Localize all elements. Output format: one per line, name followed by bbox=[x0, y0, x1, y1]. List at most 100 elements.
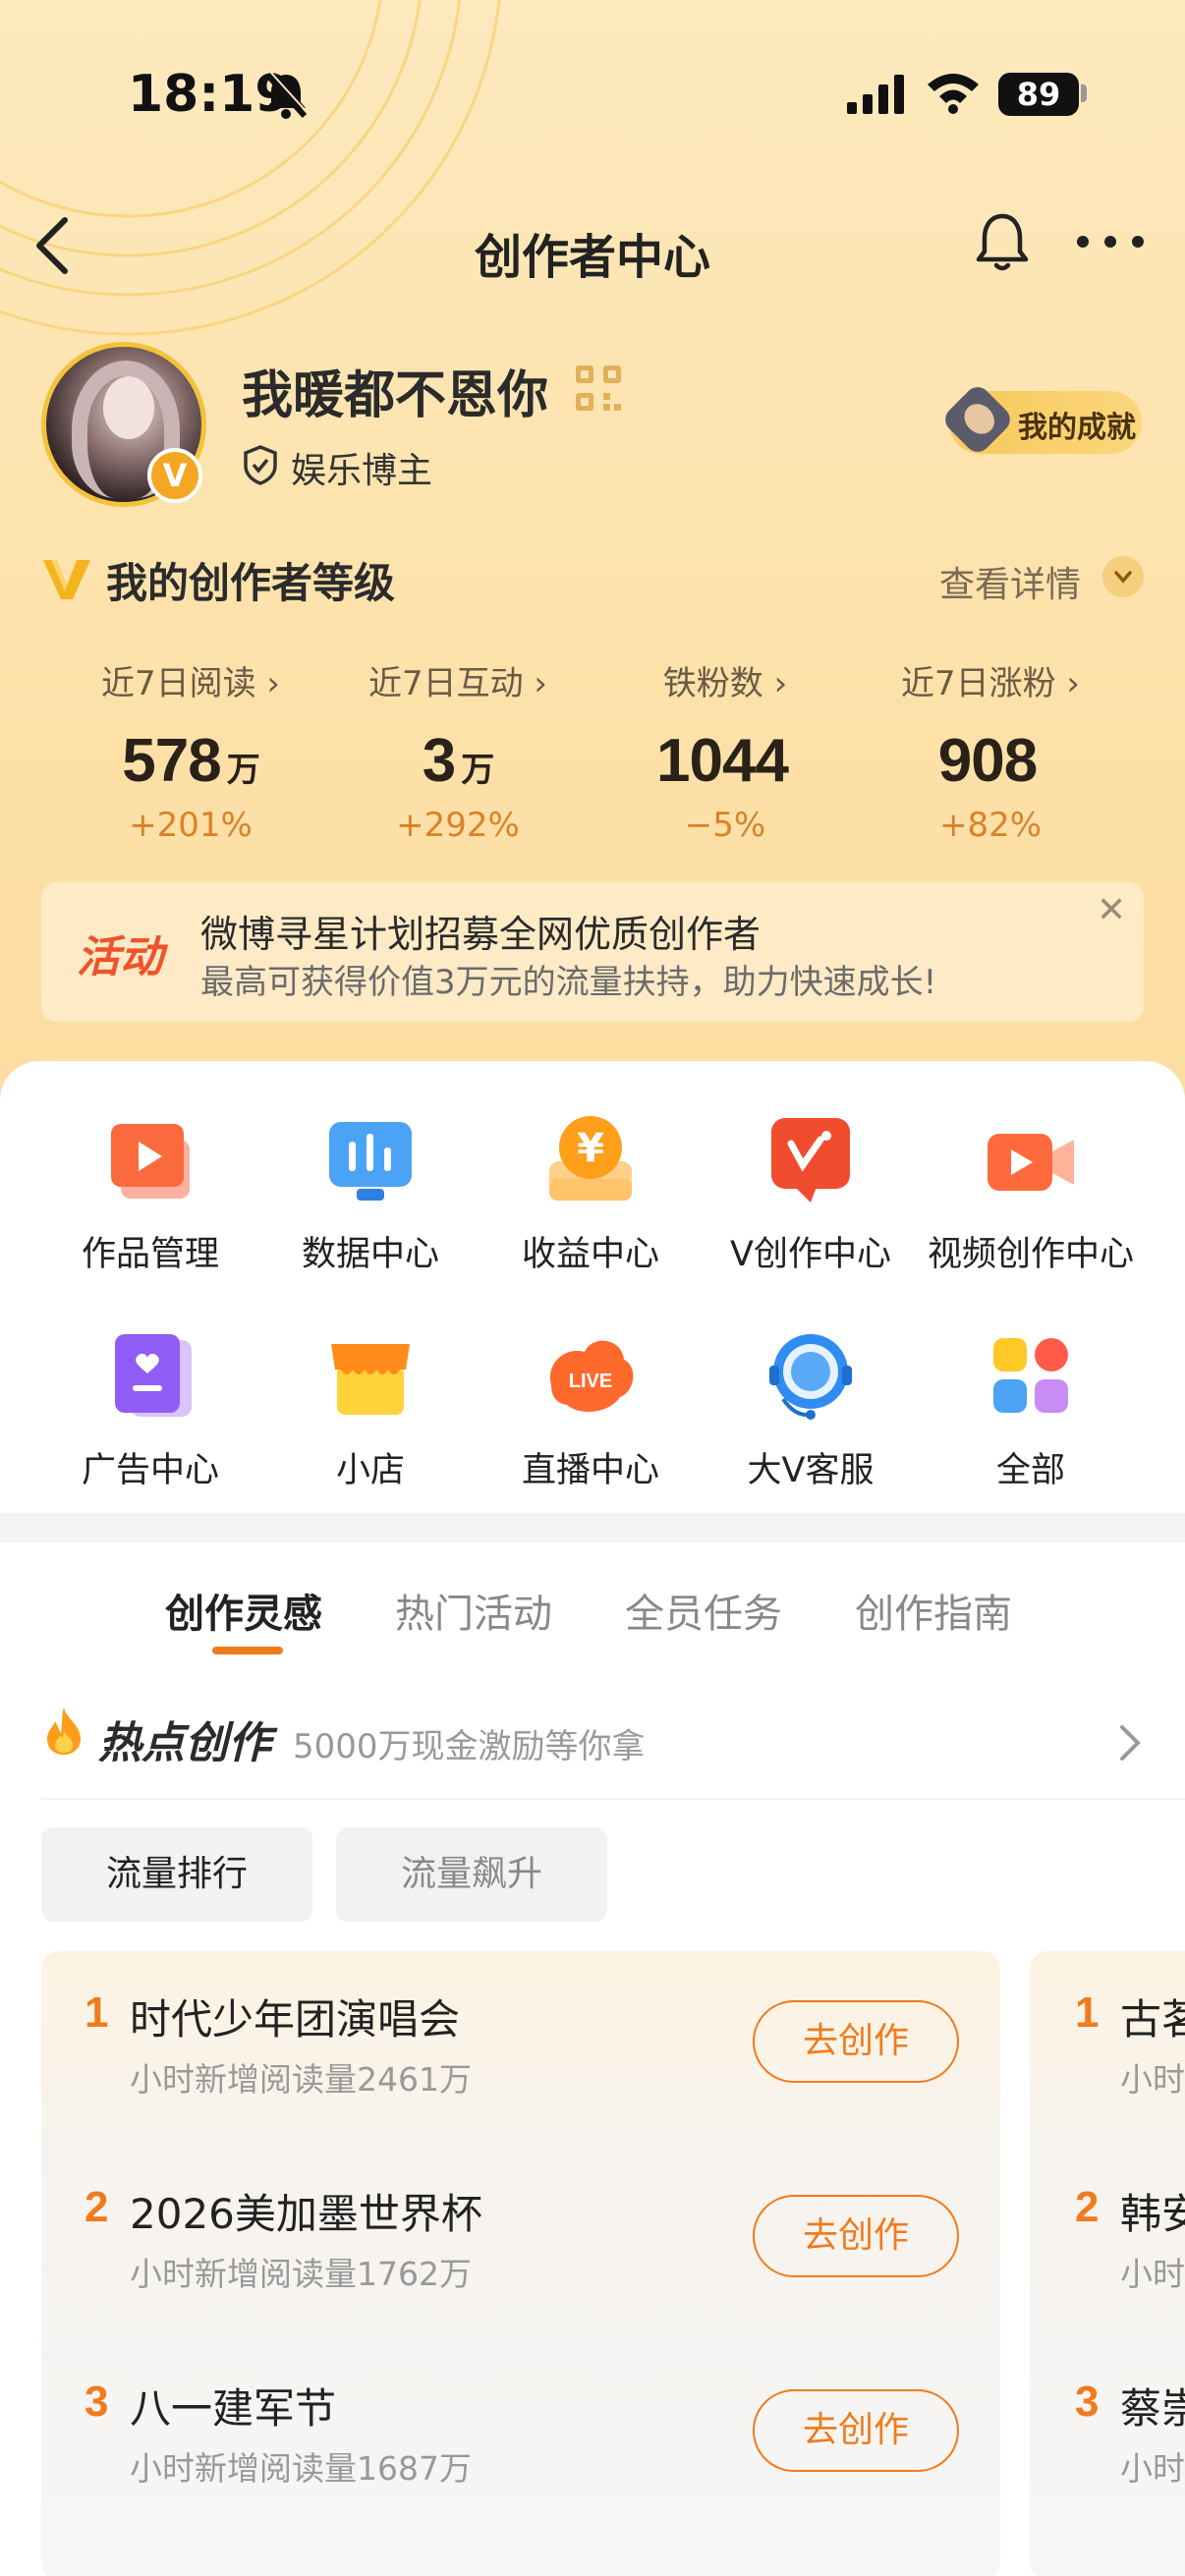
stat-7day-reads[interactable]: 近7日阅读 › 578 万 +201% bbox=[63, 656, 318, 845]
stat-label: 近7日互动 › bbox=[367, 664, 548, 703]
notification-bell-icon[interactable] bbox=[973, 210, 1032, 275]
stat-7day-interactions[interactable]: 近7日互动 › 3万 +292% bbox=[330, 656, 586, 845]
rank-title: 八一建军节 bbox=[130, 2384, 337, 2433]
tool-label: V创作中心 bbox=[730, 1235, 891, 1274]
hot-section-divider bbox=[41, 1798, 1185, 1800]
chevron-right-icon[interactable] bbox=[1118, 1723, 1142, 1763]
rank-number: 2 bbox=[85, 2183, 109, 2231]
tool-label: 作品管理 bbox=[81, 1235, 219, 1274]
stat-label: 近7日阅读 › bbox=[100, 664, 281, 703]
tool-video-create-center[interactable]: 视频创作中心 bbox=[920, 1110, 1142, 1276]
works-manage-icon bbox=[111, 1124, 190, 1199]
stat-change: −5% bbox=[684, 806, 766, 845]
customer-service-icon bbox=[769, 1334, 852, 1420]
status-bar: 18:19 89 bbox=[0, 0, 1185, 187]
data-center-icon bbox=[329, 1122, 412, 1201]
silent-mode-icon bbox=[264, 71, 309, 119]
tool-works-manage[interactable]: 作品管理 bbox=[39, 1110, 261, 1276]
rank-number: 1 bbox=[1075, 1988, 1100, 2037]
ranking-card-peek[interactable]: 1 古茗 小时 2 韩安 小时 3 蔡崇 小时 bbox=[1030, 1951, 1185, 2576]
tool-label: 视频创作中心 bbox=[927, 1235, 1134, 1274]
view-details-link[interactable]: 查看详情 bbox=[939, 556, 1081, 607]
tool-label: 小店 bbox=[335, 1451, 405, 1490]
content-tabs: 创作灵感 热门活动 全员任务 创作指南 bbox=[0, 1542, 1185, 1670]
rank-subtitle: 小时 bbox=[1120, 2255, 1185, 2293]
tool-v-create-center[interactable]: V创作中心 bbox=[700, 1110, 922, 1276]
rank-title: 蔡崇 bbox=[1120, 2384, 1185, 2433]
ad-center-icon bbox=[115, 1334, 192, 1417]
profile-role: 娱乐博主 bbox=[291, 451, 433, 491]
hot-creation-title: 热点创作 bbox=[98, 1718, 271, 1768]
tool-live-center[interactable]: LIVE 直播中心 bbox=[480, 1326, 702, 1492]
ranking-item[interactable]: 2 2026美加墨世界杯 小时新增阅读量1762万 去创作 bbox=[41, 2146, 1000, 2338]
tab-hot-activities[interactable]: 热门活动 bbox=[395, 1582, 552, 1639]
rank-subtitle: 小时新增阅读量1762万 bbox=[130, 2255, 472, 2293]
income-center-icon: ¥ bbox=[549, 1116, 632, 1201]
live-center-icon: LIVE bbox=[549, 1340, 634, 1412]
profile-name: 我暖都不恩你 bbox=[242, 366, 549, 425]
live-badge-text: LIVE bbox=[569, 1371, 612, 1392]
cellular-signal-icon bbox=[847, 75, 904, 114]
v-create-icon bbox=[771, 1118, 850, 1203]
creator-level-title: 我的创作者等级 bbox=[106, 559, 396, 607]
flame-icon bbox=[47, 1708, 81, 1755]
tab-all-member-tasks[interactable]: 全员任务 bbox=[625, 1582, 782, 1639]
battery-indicator: 89 bbox=[998, 73, 1079, 116]
svg-text:¥: ¥ bbox=[577, 1126, 604, 1171]
all-apps-icon bbox=[993, 1338, 1068, 1413]
rank-number: 1 bbox=[85, 1988, 109, 2037]
tool-data-center[interactable]: 数据中心 bbox=[259, 1110, 481, 1276]
tool-label: 数据中心 bbox=[301, 1235, 439, 1274]
more-options-icon[interactable] bbox=[1075, 234, 1146, 250]
rank-subtitle: 小时 bbox=[1120, 2060, 1185, 2099]
ranking-item: 1 古茗 小时 bbox=[1030, 1951, 1185, 2144]
rank-number: 3 bbox=[85, 2378, 109, 2426]
verified-v-badge: V bbox=[147, 448, 202, 503]
chip-traffic-ranking[interactable]: 流量排行 bbox=[41, 1827, 312, 1922]
tool-all[interactable]: 全部 bbox=[920, 1326, 1142, 1492]
tool-ad-center[interactable]: 广告中心 bbox=[39, 1326, 261, 1492]
my-achievement-button[interactable]: 我的成就 bbox=[939, 381, 1142, 458]
stat-unit: 万 bbox=[226, 752, 260, 789]
qr-code-icon[interactable] bbox=[576, 365, 621, 411]
tool-label: 直播中心 bbox=[521, 1451, 659, 1490]
shield-icon bbox=[244, 445, 277, 485]
tab-creation-guide[interactable]: 创作指南 bbox=[855, 1582, 1012, 1639]
stat-label: 铁粉数 › bbox=[662, 664, 788, 703]
creator-tools-panel: 作品管理 数据中心 ¥ 收益中心 V创作中心 视频创作中心 广告中心 小店 LI… bbox=[0, 1061, 1185, 1513]
tool-label: 全部 bbox=[995, 1451, 1065, 1490]
tool-income-center[interactable]: ¥ 收益中心 bbox=[480, 1110, 702, 1276]
ranking-card: 1 时代少年团演唱会 小时新增阅读量2461万 去创作 2 2026美加墨世界杯… bbox=[41, 1951, 1000, 2576]
activity-banner[interactable]: 活动 微博寻星计划招募全网优质创作者 最高可获得价值3万元的流量扶持，助力快速成… bbox=[41, 882, 1144, 1022]
video-create-icon bbox=[988, 1134, 1074, 1191]
chevron-down-icon[interactable] bbox=[1102, 556, 1144, 597]
stat-change: +201% bbox=[129, 806, 253, 845]
stat-7day-new-fans[interactable]: 近7日涨粉 › 908 +82% bbox=[863, 656, 1118, 845]
tab-creative-inspiration[interactable]: 创作灵感 bbox=[165, 1582, 322, 1639]
ranking-item[interactable]: 1 时代少年团演唱会 小时新增阅读量2461万 去创作 bbox=[41, 1951, 1000, 2144]
rank-title: 时代少年团演唱会 bbox=[130, 1995, 461, 2044]
rank-title: 古茗 bbox=[1120, 1995, 1185, 2044]
tool-shop[interactable]: 小店 bbox=[259, 1326, 481, 1492]
stat-value: 578 bbox=[122, 727, 221, 795]
stat-iron-fans[interactable]: 铁粉数 › 1044 −5% bbox=[597, 656, 853, 845]
activity-tag: 活动 bbox=[77, 932, 163, 982]
go-create-button[interactable]: 去创作 bbox=[753, 2389, 959, 2472]
go-create-button[interactable]: 去创作 bbox=[753, 2195, 959, 2277]
tool-customer-service[interactable]: 大V客服 bbox=[700, 1326, 922, 1492]
chip-traffic-rising[interactable]: 流量飙升 bbox=[336, 1827, 607, 1922]
stat-unit: 万 bbox=[461, 752, 494, 789]
rank-subtitle: 小时 bbox=[1120, 2449, 1185, 2488]
ranking-item: 2 韩安 小时 bbox=[1030, 2146, 1185, 2338]
go-create-button[interactable]: 去创作 bbox=[753, 2000, 959, 2083]
stat-value: 3 bbox=[422, 727, 456, 795]
close-icon[interactable]: ✕ bbox=[1097, 890, 1126, 930]
rank-title: 2026美加墨世界杯 bbox=[130, 2190, 482, 2238]
rank-title: 韩安 bbox=[1120, 2190, 1185, 2238]
wifi-icon bbox=[928, 74, 979, 114]
stat-value: 908 bbox=[937, 727, 1038, 795]
creator-level-v-icon bbox=[43, 560, 90, 599]
tool-label: 大V客服 bbox=[747, 1451, 875, 1490]
banner-subtitle: 最高可获得价值3万元的流量扶持，助力快速成长! bbox=[200, 963, 937, 1002]
ranking-item[interactable]: 3 八一建军节 小时新增阅读量1687万 去创作 bbox=[41, 2340, 1000, 2533]
